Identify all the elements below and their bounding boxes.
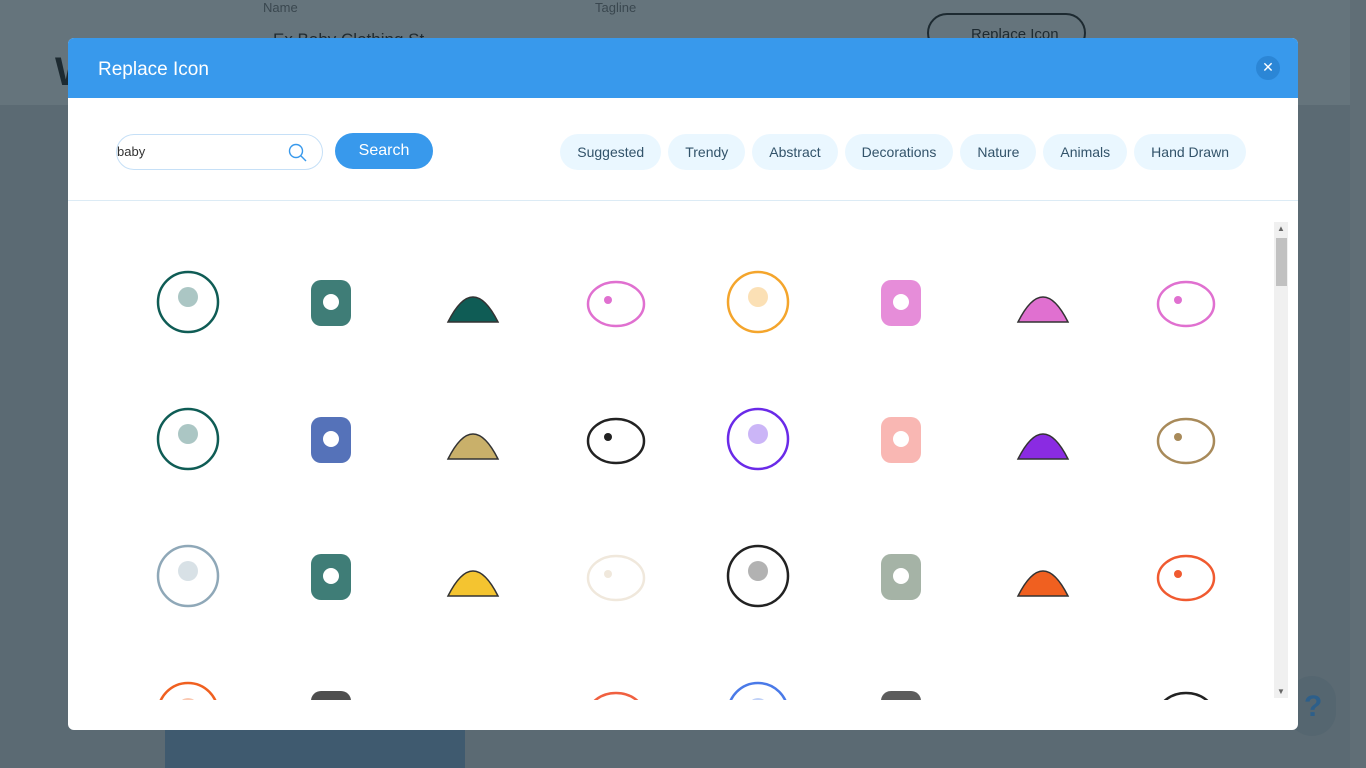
divider [68, 200, 1298, 201]
icon-option[interactable] [138, 252, 238, 352]
blue-creature-icon [729, 681, 787, 700]
girl-face-icon [1156, 417, 1215, 465]
icon-option[interactable] [566, 252, 666, 352]
icon-option[interactable] [708, 389, 808, 489]
pacifier-icon [310, 417, 351, 463]
page-scrollbar [1350, 0, 1366, 768]
icon-option[interactable] [1136, 389, 1236, 489]
search-icon[interactable] [288, 143, 308, 163]
icon-option[interactable] [423, 526, 523, 626]
dialog-header: Replace Icon ✕ [68, 38, 1298, 98]
wreath-icon [156, 544, 220, 608]
category-abstract[interactable]: Abstract [752, 134, 838, 170]
stroller-icon [880, 280, 921, 326]
icon-option[interactable] [1136, 252, 1236, 352]
eyes-icon [310, 691, 351, 700]
category-animals[interactable]: Animals [1043, 134, 1128, 170]
icon-option[interactable] [281, 526, 381, 626]
icon-option[interactable] [138, 663, 238, 700]
letter-block-icon [423, 663, 523, 700]
deer-icon [993, 663, 1093, 700]
background-panel [165, 725, 465, 768]
icon-option[interactable] [423, 389, 523, 489]
mother-baby-icon [880, 554, 921, 600]
grass-icon [1163, 691, 1208, 700]
icon-option[interactable] [138, 389, 238, 489]
search-button[interactable]: Search [335, 133, 433, 169]
icon-option[interactable] [566, 663, 666, 700]
icon-option[interactable] [993, 389, 1093, 489]
scroll-down-arrow[interactable]: ▼ [1277, 687, 1285, 696]
rabbit-icon [1016, 433, 1070, 460]
moon-icon [310, 554, 351, 600]
icon-option[interactable] [993, 663, 1093, 700]
scroll-thumb[interactable] [1276, 238, 1287, 286]
icon-option[interactable] [281, 389, 381, 489]
close-icon[interactable]: ✕ [1256, 56, 1280, 80]
tagline-label: Tagline [595, 0, 637, 15]
icon-option[interactable] [423, 663, 523, 700]
icon-option[interactable] [423, 252, 523, 352]
icon-option[interactable] [851, 526, 951, 626]
baby-shoe-icon [1156, 280, 1215, 328]
icon-option[interactable] [708, 252, 808, 352]
scribble-icon [586, 417, 645, 465]
search-input[interactable] [117, 144, 277, 159]
icon-option[interactable] [138, 526, 238, 626]
category-chips: Suggested Trendy Abstract Decorations Nature… [560, 134, 1246, 170]
swaddled-baby-icon [156, 407, 220, 471]
icon-option[interactable] [851, 389, 951, 489]
category-suggested[interactable]: Suggested [560, 134, 662, 170]
baby-monitor-icon [310, 280, 351, 326]
baby-clothes-icon [880, 417, 921, 463]
overalls-icon [1016, 296, 1070, 323]
icon-option[interactable] [851, 663, 951, 700]
grid-scrollbar[interactable]: ▲ ▼ [1274, 222, 1288, 698]
icon-option[interactable] [1136, 663, 1236, 700]
kite-icon [593, 691, 638, 700]
name-label: Name [263, 0, 298, 15]
category-decorations[interactable]: Decorations [844, 134, 954, 170]
icon-option[interactable] [708, 663, 808, 700]
bird-icon [1016, 570, 1070, 597]
icon-option[interactable] [993, 526, 1093, 626]
replace-icon-dialog: Replace Icon ✕ Search SuggestedTrendyAbs… [68, 38, 1298, 730]
category-hand-drawn[interactable]: Hand Drawn [1134, 134, 1246, 170]
baby-mobile-icon [156, 270, 220, 334]
dialog-title: Replace Icon [98, 59, 209, 80]
dog-face-icon [1156, 554, 1215, 602]
icon-option[interactable] [993, 252, 1093, 352]
category-nature[interactable]: Nature [960, 134, 1037, 170]
icon-grid [108, 222, 1278, 700]
duck-icon [446, 433, 500, 460]
chick-icon [726, 270, 790, 334]
scroll-up-arrow[interactable]: ▲ [1277, 224, 1285, 233]
icon-option[interactable] [851, 252, 951, 352]
icon-option[interactable] [1136, 526, 1236, 626]
icon-option[interactable] [281, 252, 381, 352]
parrot-icon [726, 407, 790, 471]
pink-mobile-icon [586, 280, 645, 328]
flying-angel-icon [880, 691, 921, 700]
sleeping-baby-cloud-icon [446, 296, 500, 323]
search-field[interactable] [116, 134, 323, 170]
category-trendy[interactable]: Trendy [668, 134, 746, 170]
icon-option[interactable] [566, 389, 666, 489]
icon-option[interactable] [708, 526, 808, 626]
cat-icon [586, 554, 645, 602]
icon-option[interactable] [281, 663, 381, 700]
child-reading-icon [159, 681, 217, 700]
sleeping-child-icon [726, 544, 790, 608]
icon-option[interactable] [566, 526, 666, 626]
dots-icon [446, 570, 500, 597]
